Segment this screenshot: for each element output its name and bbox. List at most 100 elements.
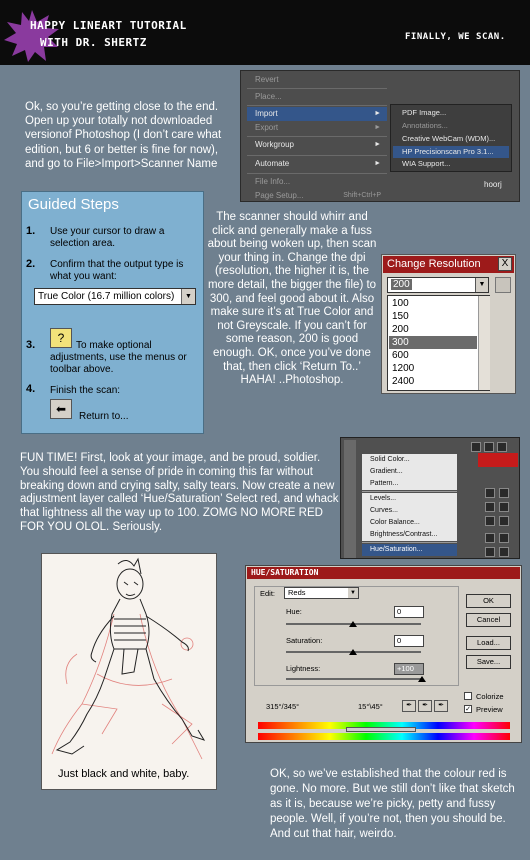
list-item[interactable]: 200 [389, 323, 477, 336]
submenu-arrow-icon: ► [374, 110, 381, 117]
submenu-item-creative-webcam[interactable]: Creative WebCam (WDM)... [393, 133, 509, 145]
lightness-input[interactable]: +100 [394, 663, 424, 675]
eyedropper-icon[interactable]: ✒ [402, 700, 416, 712]
menu-item-gradient[interactable]: Gradient... [362, 466, 457, 478]
tool-icon[interactable] [499, 488, 509, 498]
menu-separator [247, 155, 387, 156]
tool-icon[interactable] [499, 516, 509, 526]
tool-icon[interactable] [485, 547, 495, 557]
list-item[interactable]: 2400 [389, 375, 477, 388]
list-item[interactable]: 150 [389, 310, 477, 323]
menu-item-revert[interactable]: Revert [247, 73, 387, 87]
tool-icon[interactable] [485, 488, 495, 498]
closing-paragraph: OK, so we’ve established that the colour… [270, 768, 515, 840]
hue-label: Hue: [286, 607, 302, 616]
return-to-label[interactable]: Return to... [79, 411, 128, 423]
step-text: To make optional adjustments, use the me… [50, 340, 187, 375]
load-button[interactable]: Load... [466, 636, 511, 650]
saturation-input[interactable]: 0 [394, 635, 424, 647]
menu-item-place[interactable]: Place... [247, 90, 387, 104]
tool-icon[interactable] [471, 442, 481, 452]
submenu-item-hp-precisionscan[interactable]: HP Precisionscan Pro 3.1... [393, 146, 509, 158]
preview-checkbox[interactable]: ✓ [464, 705, 472, 713]
output-type-select[interactable]: True Color (16.7 million colors) ▼ [34, 288, 196, 305]
lightness-slider-track[interactable] [286, 678, 421, 680]
colorize-checkbox[interactable] [464, 692, 472, 700]
intro-paragraph: Ok, so you’re getting close to the end. … [25, 101, 222, 170]
edit-label: Edit: [260, 589, 276, 598]
menu-item-workgroup[interactable]: Workgroup ► [247, 138, 387, 152]
step-number: 3. [26, 339, 36, 351]
hue-spectrum-bar-result [258, 733, 510, 740]
lightness-slider-knob[interactable] [418, 676, 426, 682]
range-right-label: 15°\45° [358, 702, 383, 711]
submenu-arrow-icon: ► [374, 124, 381, 131]
foreground-color-swatch[interactable] [478, 453, 518, 467]
menu-item-color-balance[interactable]: Color Balance... [362, 517, 457, 529]
hue-slider-knob[interactable] [349, 621, 357, 627]
submenu-item-pdf-image[interactable]: PDF Image... [393, 107, 509, 119]
hue-input[interactable]: 0 [394, 606, 424, 618]
menu-item-pattern[interactable]: Pattern... [362, 478, 457, 490]
resolution-combobox[interactable]: 200 ▼ [387, 277, 489, 293]
resolution-list[interactable]: 100 150 200 300 600 1200 2400 [387, 295, 490, 391]
tool-icon[interactable] [484, 442, 494, 452]
tool-icon[interactable] [485, 533, 495, 543]
colorize-label: Colorize [476, 692, 504, 701]
grid-icon[interactable] [495, 277, 511, 293]
list-scrollbar[interactable] [478, 296, 490, 390]
list-item[interactable]: 300 [389, 336, 477, 349]
return-arrow-icon[interactable]: ⬅ [50, 399, 72, 419]
submenu-arrow-icon: ► [374, 141, 381, 148]
tutorial-title-line2: with Dr. Shertz [40, 36, 147, 49]
cancel-button[interactable]: Cancel [466, 613, 511, 627]
menu-separator [362, 542, 457, 543]
step-text: Finish the scan: [50, 385, 121, 396]
chevron-down-icon: ▼ [181, 289, 195, 304]
saturation-slider-knob[interactable] [349, 649, 357, 655]
import-submenu: PDF Image... Annotations... Creative Web… [390, 104, 512, 172]
menu-item-export[interactable]: Export ► [247, 121, 387, 135]
step-number: 4. [26, 383, 36, 395]
menu-item-file-info[interactable]: File Info... [247, 175, 387, 189]
tool-icon[interactable] [497, 442, 507, 452]
list-item[interactable]: 1200 [389, 362, 477, 375]
tool-icon[interactable] [499, 502, 509, 512]
hue-saturation-dialog: Hue/Saturation Edit: Reds ▼ Hue: 0 Satur… [245, 565, 522, 743]
step-number: 1. [26, 225, 36, 237]
eyedropper-plus-icon[interactable]: ✒ [418, 700, 432, 712]
edit-channel-select[interactable]: Reds ▼ [284, 587, 359, 599]
tool-icon[interactable] [485, 516, 495, 526]
save-button[interactable]: Save... [466, 655, 511, 669]
menu-item-levels[interactable]: Levels... [362, 493, 457, 505]
change-resolution-dialog: Change Resolution X 200 ▼ 100 150 200 30… [381, 254, 516, 394]
menu-item-hue-saturation[interactable]: Hue/Saturation... [362, 544, 457, 556]
guided-steps-panel: Guided Steps 1. Use your cursor to draw … [21, 191, 204, 434]
menu-item-import[interactable]: Import ► [247, 107, 387, 121]
menu-item-solid-color[interactable]: Solid Color... [362, 454, 457, 466]
close-icon[interactable]: X [498, 257, 512, 271]
tool-icon[interactable] [485, 502, 495, 512]
scanner-instructions: The scanner should whirr and click and g… [207, 211, 377, 387]
submenu-item-wia-support[interactable]: WIA Support... [393, 158, 509, 170]
header-banner: Happy lineart tutorial with Dr. Shertz F… [0, 0, 530, 65]
tool-icon[interactable] [499, 547, 509, 557]
menu-item-curves[interactable]: Curves... [362, 505, 457, 517]
list-item[interactable]: 600 [389, 349, 477, 362]
menu-separator [247, 173, 387, 174]
saturation-label: Saturation: [286, 636, 323, 645]
eyedropper-minus-icon[interactable]: ✒ [434, 700, 448, 712]
menu-item-page-setup[interactable]: Page Setup... Shift+Ctrl+P [247, 189, 387, 201]
menu-item-brightness-contrast[interactable]: Brightness/Contrast... [362, 529, 457, 541]
menu-separator [247, 136, 387, 137]
menu-item-automate[interactable]: Automate ► [247, 157, 387, 171]
tool-icon[interactable] [499, 533, 509, 543]
list-item[interactable]: 100 [389, 297, 477, 310]
submenu-item-annotations[interactable]: Annotations... [393, 120, 509, 132]
dialog-title: Change Resolution [383, 256, 514, 273]
menu-separator [247, 105, 387, 106]
section-heading: Finally, we scan. [405, 32, 506, 42]
ok-button[interactable]: OK [466, 594, 511, 608]
step-text: Use your cursor to draw a selection area… [50, 226, 165, 249]
range-selector[interactable] [346, 727, 416, 732]
